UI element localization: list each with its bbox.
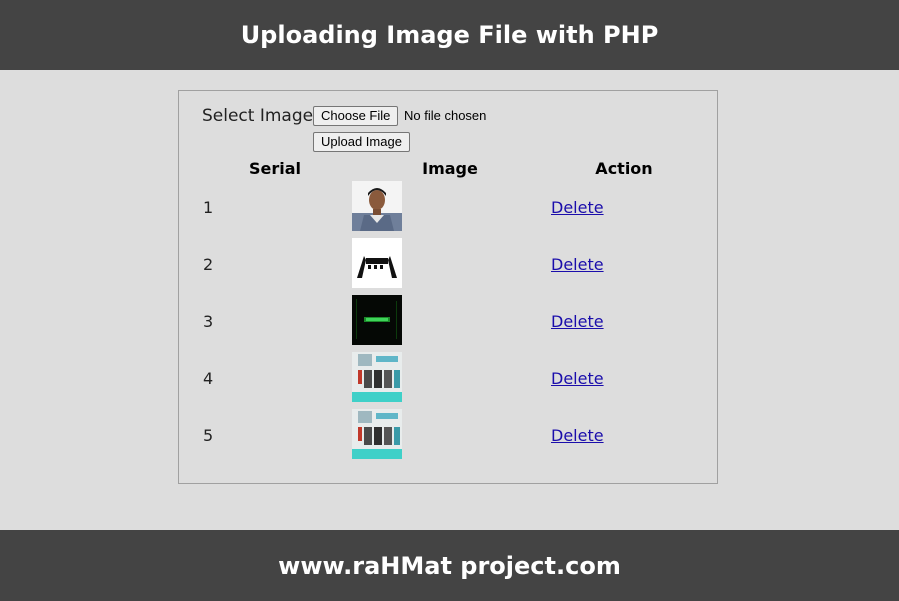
select-image-label: Select Image xyxy=(202,106,314,126)
footer-text: www.raHMat project.com xyxy=(278,551,621,580)
row-image-thumbnail xyxy=(352,181,402,231)
table-row: 4 Delete xyxy=(179,352,719,402)
delete-link[interactable]: Delete xyxy=(551,198,604,217)
delete-link[interactable]: Delete xyxy=(551,312,604,331)
delete-link[interactable]: Delete xyxy=(551,255,604,274)
row-serial: 4 xyxy=(203,369,214,388)
column-header-image: Image xyxy=(422,159,478,178)
row-image-thumbnail xyxy=(352,238,402,288)
upload-image-button[interactable]: Upload Image xyxy=(313,132,410,152)
row-image-thumbnail xyxy=(352,295,402,345)
file-status-text: No file chosen xyxy=(404,108,487,123)
table-row: 2 Delete xyxy=(179,238,719,288)
column-header-serial: Serial xyxy=(248,159,302,178)
column-header-action: Action xyxy=(595,159,653,178)
page-header: Uploading Image File with PHP xyxy=(0,0,899,70)
row-serial: 5 xyxy=(203,426,214,445)
row-serial: 3 xyxy=(203,312,214,331)
page-title: Uploading Image File with PHP xyxy=(240,21,659,49)
row-serial: 1 xyxy=(203,198,214,217)
row-image-thumbnail xyxy=(352,352,402,402)
delete-link[interactable]: Delete xyxy=(551,426,604,445)
choose-file-button[interactable]: Choose File xyxy=(313,106,399,126)
row-serial: 2 xyxy=(203,255,214,274)
delete-link[interactable]: Delete xyxy=(551,369,604,388)
table-row: 5 Delete xyxy=(179,409,719,459)
table-row: 3 Delete xyxy=(179,295,719,345)
table-row: 1 Delete xyxy=(179,181,719,231)
row-image-thumbnail xyxy=(352,409,402,459)
upload-panel: Select Image Choose File No file chosen … xyxy=(178,90,718,484)
page-footer: www.raHMat project.com xyxy=(0,530,899,601)
